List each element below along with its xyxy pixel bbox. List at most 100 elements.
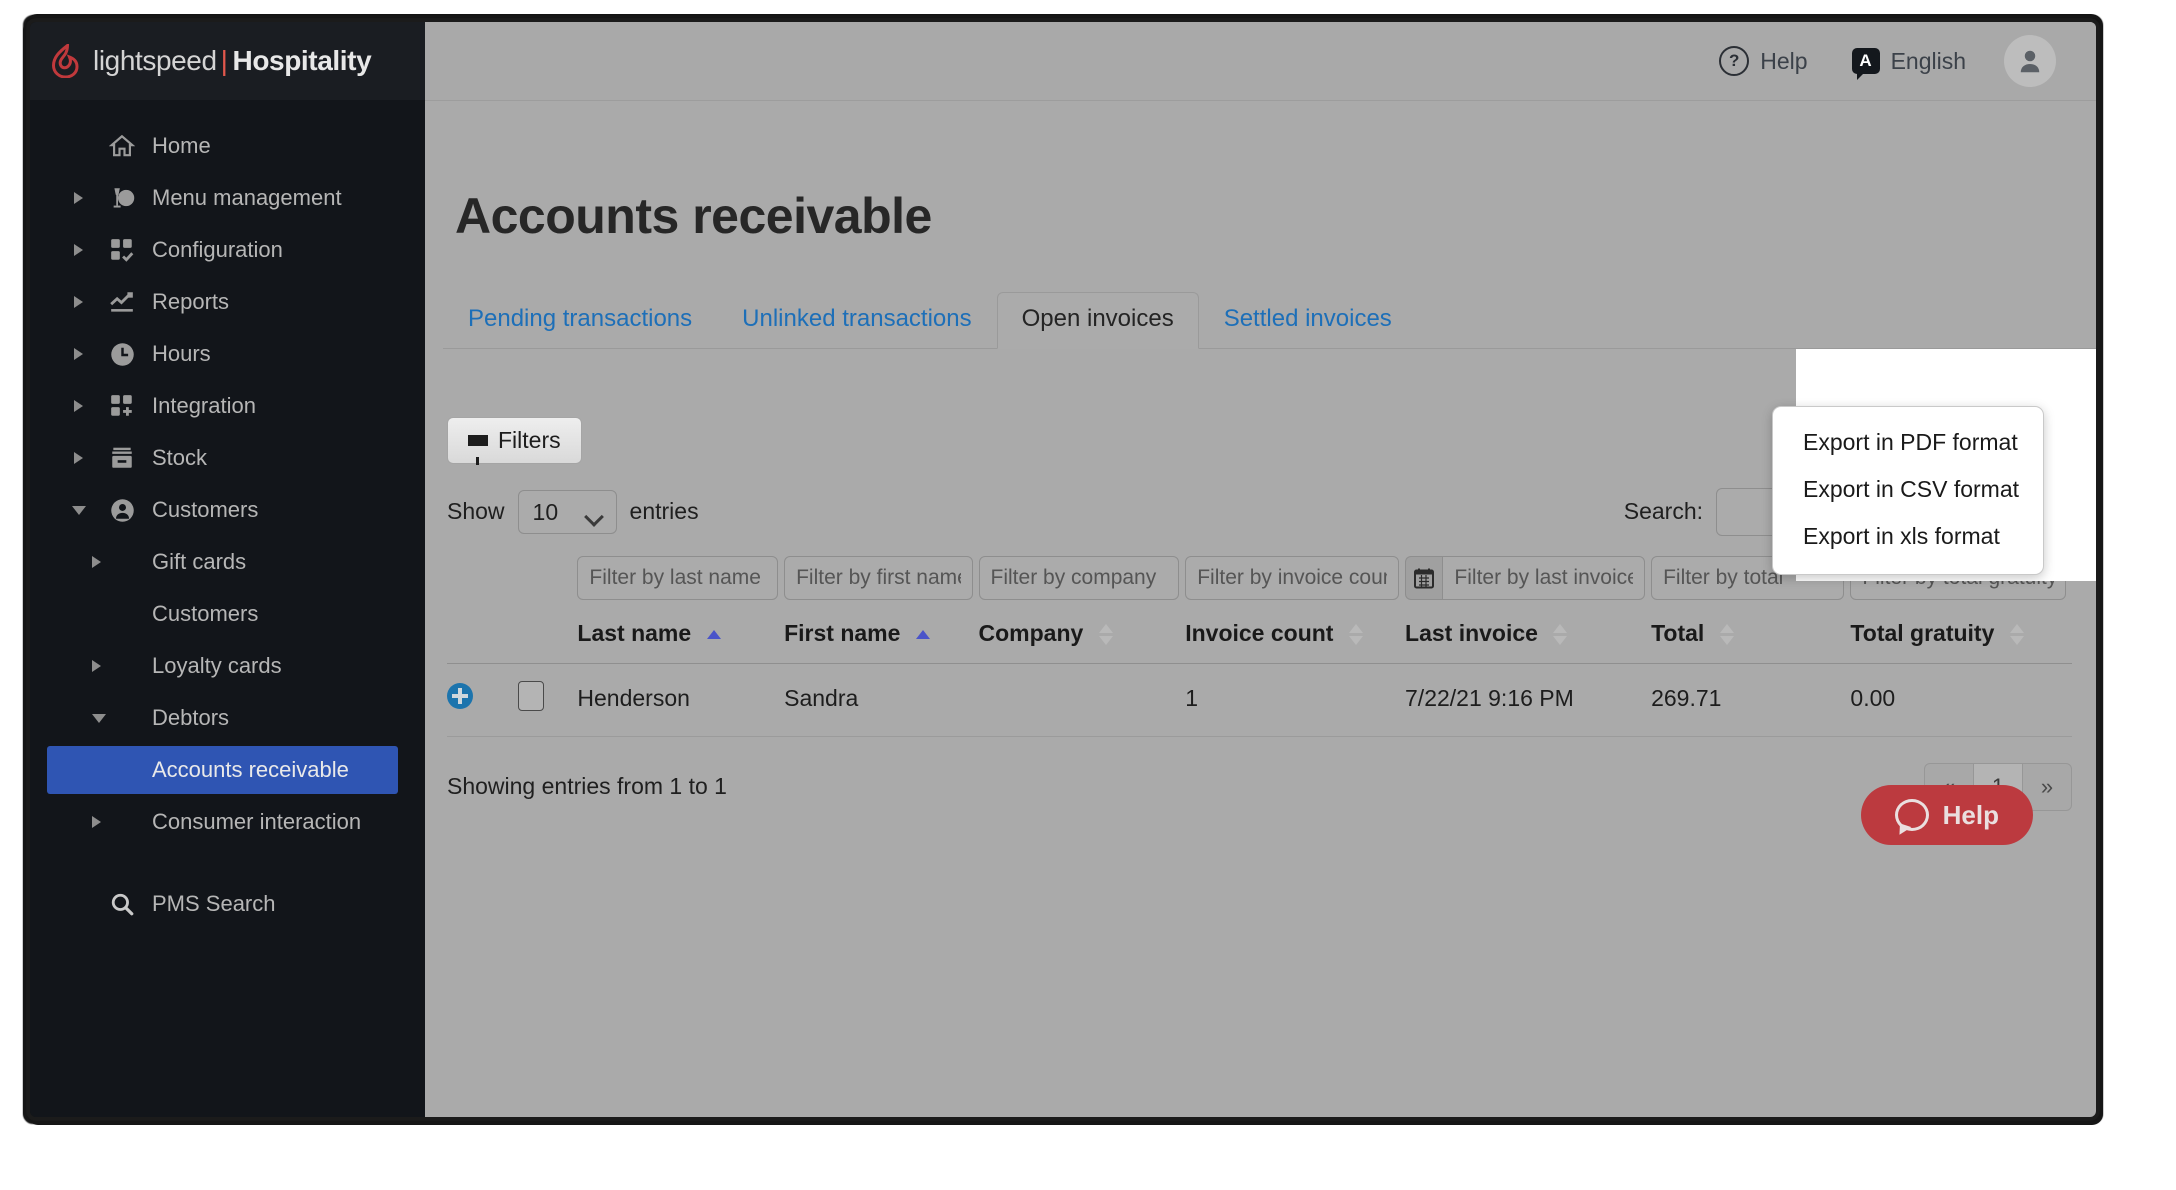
tab-bar: Pending transactions Unlinked transactio… bbox=[443, 291, 2096, 349]
table-body: Henderson Sandra 1 7/22/21 9:16 PM 269.7… bbox=[447, 663, 2072, 737]
calendar-icon[interactable] bbox=[1405, 555, 1443, 600]
table-footer: Showing entries from 1 to 1 « 1 » bbox=[447, 762, 2072, 811]
sidebar-item-reports[interactable]: Reports bbox=[30, 278, 425, 326]
chevron-right-icon bbox=[74, 296, 83, 308]
header-last-invoice[interactable]: Last invoice bbox=[1405, 607, 1652, 664]
sidebar-item-customers[interactable]: Customers bbox=[30, 486, 425, 534]
reports-icon bbox=[108, 288, 136, 316]
tab-open-invoices[interactable]: Open invoices bbox=[996, 291, 1199, 349]
brand-logo[interactable]: lightspeed | Hospitality bbox=[30, 22, 425, 100]
table-header: Last name First name Company Invoice cou… bbox=[447, 607, 2072, 664]
entries-label: entries bbox=[629, 498, 699, 524]
chevron-down-icon bbox=[92, 713, 106, 723]
sidebar-item-label: Accounts receivable bbox=[152, 757, 349, 782]
brand-name: lightspeed bbox=[93, 45, 217, 76]
row-checkbox[interactable] bbox=[518, 680, 545, 711]
sidebar: lightspeed | Hospitality Home Menu manag… bbox=[30, 22, 425, 1117]
export-pdf-menu-item[interactable]: Export in PDF format bbox=[1773, 419, 2043, 466]
sidebar-item-pms-search[interactable]: PMS Search bbox=[30, 880, 425, 928]
help-widget-button[interactable]: Help bbox=[1860, 785, 2033, 845]
filter-cell-company bbox=[978, 555, 1186, 608]
page-length-select[interactable]: 10 25 50 100 bbox=[517, 489, 617, 534]
tab-settled-invoices[interactable]: Settled invoices bbox=[1199, 292, 1417, 348]
header-label: Company bbox=[978, 619, 1084, 646]
brand-separator: | bbox=[220, 45, 228, 76]
sidebar-item-gift-cards[interactable]: Gift cards bbox=[30, 538, 425, 586]
header-invoice-count[interactable]: Invoice count bbox=[1185, 607, 1406, 664]
cell-last-name: Henderson bbox=[577, 663, 785, 737]
table-row[interactable]: Henderson Sandra 1 7/22/21 9:16 PM 269.7… bbox=[447, 663, 2072, 737]
sidebar-item-stock[interactable]: Stock bbox=[30, 434, 425, 482]
header-total[interactable]: Total bbox=[1651, 607, 1851, 664]
chevron-right-icon bbox=[92, 556, 101, 568]
sidebar-item-integration[interactable]: Integration bbox=[30, 382, 425, 430]
filter-last-invoice-input[interactable] bbox=[1442, 555, 1646, 600]
search-label: Search: bbox=[1623, 498, 1703, 524]
chevron-right-icon bbox=[74, 348, 83, 360]
sidebar-item-consumer-interaction[interactable]: Consumer interaction bbox=[30, 798, 425, 846]
translate-icon: A bbox=[1851, 48, 1880, 80]
sidebar-item-menu-management[interactable]: Menu management bbox=[30, 174, 425, 222]
sidebar-item-configuration[interactable]: Configuration bbox=[30, 226, 425, 274]
filter-cell-last-invoice bbox=[1405, 555, 1651, 608]
header-row: Last name First name Company Invoice cou… bbox=[447, 607, 2072, 664]
sort-asc-icon bbox=[706, 629, 722, 639]
nav-divider bbox=[30, 850, 425, 876]
sidebar-item-loyalty-cards[interactable]: Loyalty cards bbox=[30, 642, 425, 690]
sidebar-item-label: PMS Search bbox=[152, 891, 276, 916]
help-widget-label: Help bbox=[1942, 799, 1999, 830]
filter-first-name-input[interactable] bbox=[784, 555, 973, 600]
language-selector[interactable]: A English bbox=[1851, 48, 1966, 80]
header-first-name[interactable]: First name bbox=[784, 607, 979, 664]
header-select-spacer bbox=[518, 607, 578, 664]
export-dropdown-menu: Export in PDF format Export in CSV forma… bbox=[1772, 405, 2044, 575]
funnel-icon bbox=[468, 434, 488, 465]
filters-button-label: Filters bbox=[498, 426, 561, 453]
export-csv-menu-item[interactable]: Export in CSV format bbox=[1773, 466, 2043, 513]
header-label: Last name bbox=[577, 619, 692, 646]
sidebar-item-label: Gift cards bbox=[152, 549, 247, 574]
header-label: Last invoice bbox=[1405, 619, 1538, 646]
search-icon bbox=[108, 890, 136, 918]
chevron-down-icon bbox=[72, 505, 86, 515]
header-last-name[interactable]: Last name bbox=[577, 607, 785, 664]
sidebar-item-accounts-receivable[interactable]: Accounts receivable bbox=[47, 746, 398, 794]
plus-circle-icon[interactable] bbox=[447, 682, 473, 709]
row-expand-cell[interactable] bbox=[447, 663, 519, 737]
sidebar-item-label: Customers bbox=[152, 601, 259, 626]
brand-text: lightspeed | Hospitality bbox=[93, 45, 372, 77]
sort-icon bbox=[1348, 623, 1364, 645]
filter-company-input[interactable] bbox=[978, 555, 1180, 600]
row-select-cell[interactable] bbox=[518, 663, 578, 737]
header-total-gratuity[interactable]: Total gratuity bbox=[1850, 607, 2072, 664]
lightspeed-flame-icon bbox=[52, 44, 79, 78]
main-content: ? Help A English Accounts receivable Pen… bbox=[425, 22, 2096, 1117]
sidebar-item-hours[interactable]: Hours bbox=[30, 330, 425, 378]
sidebar-item-label: Customers bbox=[152, 497, 259, 522]
chevron-right-icon bbox=[74, 452, 83, 464]
header-company[interactable]: Company bbox=[978, 607, 1186, 664]
tab-pending-transactions[interactable]: Pending transactions bbox=[443, 292, 717, 348]
app-screenshot: lightspeed | Hospitality Home Menu manag… bbox=[0, 0, 2176, 1190]
chat-bubble-icon bbox=[1894, 799, 1929, 831]
chevron-right-icon bbox=[74, 192, 83, 204]
sidebar-item-debtors[interactable]: Debtors bbox=[30, 694, 425, 742]
entries-info: Showing entries from 1 to 1 bbox=[447, 773, 727, 799]
chevron-right-icon bbox=[74, 244, 83, 256]
sort-icon bbox=[1719, 623, 1735, 645]
user-avatar-icon bbox=[2020, 50, 2040, 73]
filter-last-invoice-group bbox=[1405, 555, 1646, 600]
header-label: Invoice count bbox=[1185, 619, 1334, 646]
account-avatar-button[interactable] bbox=[2004, 35, 2056, 87]
help-button[interactable]: ? Help bbox=[1719, 46, 1808, 76]
filters-button[interactable]: Filters bbox=[447, 416, 582, 465]
sidebar-item-home[interactable]: Home bbox=[30, 122, 425, 170]
header-label: First name bbox=[784, 619, 901, 646]
header-expand-spacer bbox=[447, 607, 519, 664]
export-xls-menu-item[interactable]: Export in xls format bbox=[1773, 513, 2043, 560]
filter-last-name-input[interactable] bbox=[577, 555, 779, 600]
tab-unlinked-transactions[interactable]: Unlinked transactions bbox=[717, 292, 996, 348]
filter-invoice-count-input[interactable] bbox=[1185, 555, 1400, 600]
configuration-icon bbox=[108, 236, 136, 264]
sidebar-item-customers-sub[interactable]: Customers bbox=[30, 590, 425, 638]
